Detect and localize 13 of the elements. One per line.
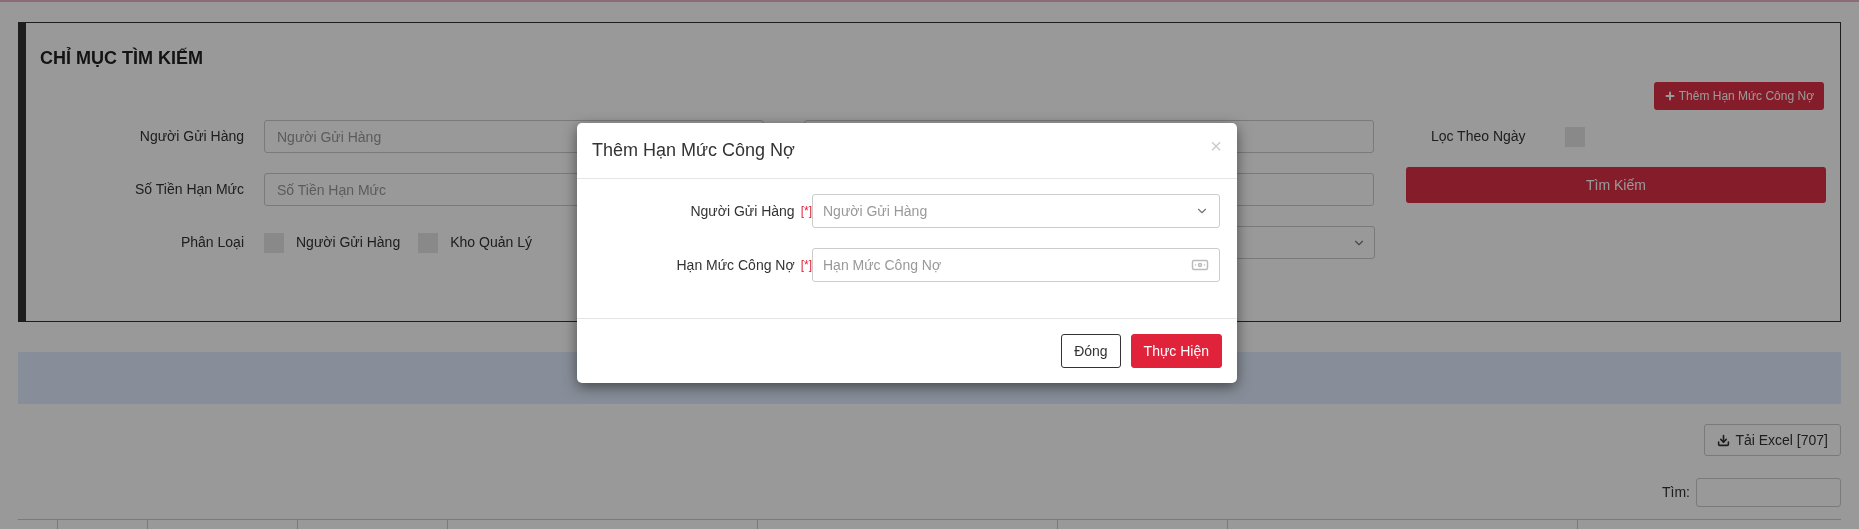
field-label: Hạn Mức Công Nợ bbox=[676, 255, 795, 275]
search-label: Tìm: bbox=[1662, 483, 1690, 502]
placeholder-text: Người Gửi Hàng bbox=[823, 201, 928, 221]
field-label: Số Tiền Hạn Mức bbox=[134, 180, 245, 199]
field-label: Phân Loại bbox=[179, 233, 245, 252]
field-label: Người Gửi Hàng bbox=[138, 127, 245, 146]
required-mark: [*] bbox=[800, 257, 812, 274]
checkbox-label: Kho Quản Lý bbox=[450, 233, 532, 252]
field-label: Lọc Theo Ngày bbox=[1430, 127, 1527, 146]
checkbox-label: Người Gửi Hàng bbox=[296, 233, 401, 252]
placeholder-text: Hạn Mức Công Nợ bbox=[823, 255, 942, 275]
panel-title: CHỈ MỤC TÌM KIẾM bbox=[40, 46, 204, 70]
required-mark: [*] bbox=[800, 203, 812, 220]
